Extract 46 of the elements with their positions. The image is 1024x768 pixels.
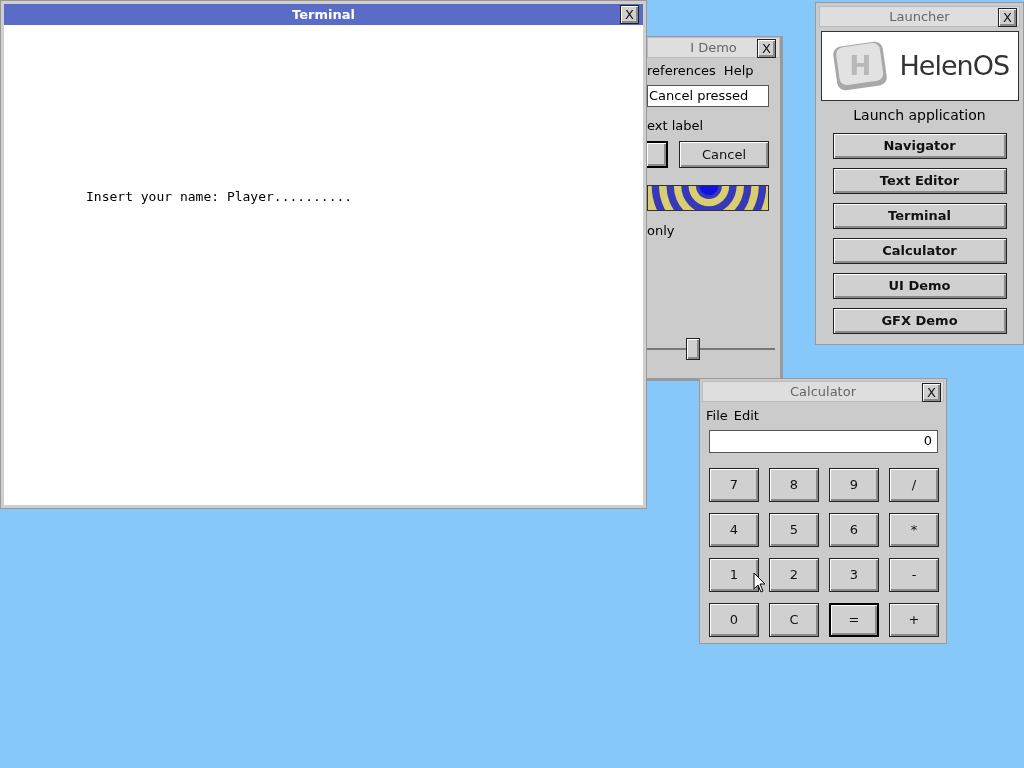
push-button[interactable]: 4 <box>709 512 759 547</box>
close-button[interactable]: X <box>998 8 1017 27</box>
push-button[interactable] <box>647 141 668 168</box>
push-button[interactable]: * <box>889 512 939 547</box>
window-title: Calculator <box>790 382 856 401</box>
close-button[interactable]: X <box>757 39 776 58</box>
push-button[interactable]: 2 <box>769 557 819 592</box>
push-button[interactable]: 0 <box>709 602 759 637</box>
push-button[interactable]: Terminal <box>832 203 1007 229</box>
logo-text: HelenOS <box>899 48 1010 83</box>
slider-track[interactable] <box>647 337 775 360</box>
push-button[interactable]: UI Demo <box>832 273 1007 299</box>
pointer-icon <box>753 572 766 594</box>
text-field[interactable]: Cancel pressed <box>647 84 769 107</box>
push-button[interactable]: / <box>889 467 939 502</box>
push-button[interactable]: 1 <box>709 557 759 592</box>
push-button[interactable]: Navigator <box>832 133 1007 159</box>
push-button[interactable]: + <box>889 602 939 637</box>
push-button[interactable]: Text Editor <box>832 168 1007 194</box>
push-button[interactable]: C <box>769 602 819 637</box>
terminal-line: Insert your name: Player.......... <box>86 188 354 206</box>
launcher-heading: Launch application <box>853 106 986 125</box>
push-button[interactable]: Calculator <box>832 238 1007 264</box>
push-button[interactable]: 7 <box>709 467 759 502</box>
close-button[interactable]: X <box>922 383 941 402</box>
slider-handle[interactable] <box>685 337 700 360</box>
menu-item[interactable]: references <box>647 61 716 81</box>
window-title: I Demo <box>690 38 737 57</box>
text-label: ext label <box>647 116 705 135</box>
push-button[interactable]: Cancel <box>679 141 769 168</box>
menu-item[interactable]: Edit <box>733 406 759 426</box>
push-button[interactable]: = <box>829 602 879 637</box>
push-button[interactable]: 9 <box>829 467 879 502</box>
window-title: Terminal <box>292 5 355 24</box>
push-button[interactable]: GFX Demo <box>832 308 1007 334</box>
push-button[interactable]: 5 <box>769 512 819 547</box>
push-button[interactable]: - <box>889 557 939 592</box>
menu-item[interactable]: Help <box>723 61 754 81</box>
push-button[interactable]: 8 <box>769 467 819 502</box>
menu-item[interactable]: File <box>706 406 728 426</box>
window-title: Launcher <box>889 7 950 26</box>
calculator-display: 0 <box>709 429 938 453</box>
push-button[interactable]: 6 <box>829 512 879 547</box>
push-button[interactable]: 3 <box>829 557 879 592</box>
close-button[interactable]: X <box>620 5 639 24</box>
option-label: only <box>647 222 676 240</box>
